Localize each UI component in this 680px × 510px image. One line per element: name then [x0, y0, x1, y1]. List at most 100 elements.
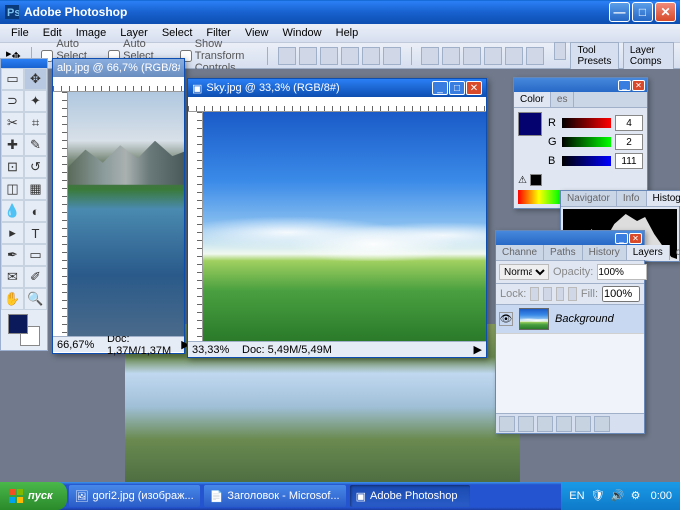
hand-tool[interactable]: ✋ — [1, 288, 24, 310]
move-tool[interactable]: ✥ — [24, 68, 47, 90]
fg-bg-swatch[interactable] — [8, 314, 40, 346]
layer-thumbnail[interactable] — [519, 308, 549, 330]
fx-icon[interactable] — [499, 416, 515, 432]
doc-info-arrow-icon[interactable]: ▶ — [474, 343, 482, 356]
notes-tool[interactable]: ✉ — [1, 266, 24, 288]
color-preview[interactable] — [518, 112, 542, 136]
align-icon[interactable] — [341, 47, 359, 65]
swatches-tab[interactable]: es — [551, 92, 575, 107]
align-icon[interactable] — [383, 47, 401, 65]
mask-icon[interactable] — [518, 416, 534, 432]
align-icon[interactable] — [320, 47, 338, 65]
distribute-icon[interactable] — [484, 47, 502, 65]
menu-help[interactable]: Help — [329, 25, 366, 41]
history-brush-tool[interactable]: ↺ — [24, 156, 47, 178]
system-tray[interactable]: EN 🛡 🔊 ⚙ 0:00 — [561, 482, 680, 510]
blur-tool[interactable]: 💧 — [1, 200, 24, 222]
stamp-tool[interactable]: ⊡ — [1, 156, 24, 178]
eyedropper-tool[interactable]: ✐ — [24, 266, 47, 288]
lock-pos-icon[interactable] — [556, 287, 565, 301]
doc-info[interactable]: Doc: 1,37M/1,37M — [107, 333, 171, 357]
history-tab[interactable]: History — [583, 245, 627, 260]
toolbox[interactable]: ▭ ✥ ⊃ ✦ ✂ ⌗ ✚ ✎ ⊡ ↺ ◫ ▦ 💧 ◐ ▸ T ✒ ▭ ✉ ✐ … — [0, 58, 48, 351]
doc-minimize-button[interactable]: _ — [432, 81, 448, 95]
type-tool[interactable]: T — [24, 222, 47, 244]
distribute-icon[interactable] — [526, 47, 544, 65]
doc-canvas[interactable] — [203, 112, 486, 341]
r-input[interactable] — [615, 115, 643, 131]
align-icon[interactable] — [299, 47, 317, 65]
shape-tool[interactable]: ▭ — [24, 244, 47, 266]
distribute-icon[interactable] — [442, 47, 460, 65]
histogram-tab[interactable]: Histogram — [647, 191, 680, 206]
doc-titlebar[interactable]: alp.jpg @ 66,7% (RGB/8#) — [53, 59, 184, 77]
panel-minimize-button[interactable]: _ — [615, 233, 628, 244]
paths-tab[interactable]: Paths — [544, 245, 583, 260]
eraser-tool[interactable]: ◫ — [1, 178, 24, 200]
doc-titlebar[interactable]: ▣ Sky.jpg @ 33,3% (RGB/8#) _ □ ✕ — [188, 79, 486, 97]
blend-mode-select[interactable]: Normal — [499, 264, 549, 280]
panel-close-button[interactable]: ✕ — [629, 233, 642, 244]
menu-window[interactable]: Window — [276, 25, 329, 41]
b-slider[interactable] — [562, 156, 611, 166]
taskbar-item[interactable]: 🖼gori2.jpg (изображ... — [69, 485, 200, 507]
r-slider[interactable] — [562, 118, 611, 128]
tray-icon[interactable]: ⚙ — [631, 489, 645, 503]
doc-zoom[interactable]: 33,33% — [192, 344, 232, 356]
panel-header[interactable]: _ ✕ — [514, 78, 647, 92]
fill-input[interactable] — [602, 286, 640, 302]
adjust-icon[interactable] — [537, 416, 553, 432]
lock-trans-icon[interactable] — [530, 287, 539, 301]
lang-indicator[interactable]: EN — [569, 490, 584, 502]
slice-tool[interactable]: ⌗ — [24, 112, 47, 134]
gradient-tool[interactable]: ▦ — [24, 178, 47, 200]
lock-all-icon[interactable] — [568, 287, 577, 301]
toolbox-grip[interactable] — [1, 59, 47, 68]
layer-comps-tab[interactable]: Layer Comps — [623, 42, 674, 70]
panel-close-button[interactable]: ✕ — [632, 80, 645, 91]
color-tab[interactable]: Color — [514, 92, 551, 107]
taskbar-item[interactable]: ▣Adobe Photoshop — [350, 485, 470, 507]
window-maximize-button[interactable]: □ — [632, 2, 653, 22]
tray-icon[interactable]: 🛡 — [591, 489, 605, 503]
layers-panel[interactable]: _ ✕ Channe Paths History Layers ctions N… — [495, 230, 645, 434]
window-minimize-button[interactable]: — — [609, 2, 630, 22]
heal-tool[interactable]: ✚ — [1, 134, 24, 156]
doc-close-button[interactable]: ✕ — [466, 81, 482, 95]
menu-file[interactable]: File — [4, 25, 36, 41]
panel-minimize-button[interactable]: _ — [618, 80, 631, 91]
navigator-tab[interactable]: Navigator — [561, 191, 617, 206]
zoom-tool[interactable]: 🔍 — [24, 288, 47, 310]
clock[interactable]: 0:00 — [651, 490, 672, 502]
distribute-icon[interactable] — [421, 47, 439, 65]
taskbar-item[interactable]: 📄Заголовок - Microsof... — [204, 485, 346, 507]
start-button[interactable]: пуск — [0, 482, 67, 510]
layers-tab[interactable]: Layers — [627, 245, 670, 260]
b-input[interactable] — [615, 153, 643, 169]
actions-tab[interactable]: ctions — [670, 245, 680, 260]
dodge-tool[interactable]: ◐ — [24, 200, 47, 222]
g-input[interactable] — [615, 134, 643, 150]
trash-icon[interactable] — [594, 416, 610, 432]
lock-pixels-icon[interactable] — [543, 287, 552, 301]
doc-canvas[interactable] — [68, 92, 184, 336]
path-tool[interactable]: ▸ — [1, 222, 24, 244]
ruler-vertical[interactable] — [188, 112, 203, 341]
panel-header[interactable]: _ ✕ — [496, 231, 644, 245]
fg-color[interactable] — [8, 314, 28, 334]
lasso-tool[interactable]: ⊃ — [1, 90, 24, 112]
window-close-button[interactable]: ✕ — [655, 2, 676, 22]
layer-row[interactable]: 👁 Background — [496, 305, 644, 334]
distribute-icon[interactable] — [463, 47, 481, 65]
tray-icon[interactable]: 🔊 — [611, 489, 625, 503]
folder-icon[interactable] — [556, 416, 572, 432]
pen-tool[interactable]: ✒ — [1, 244, 24, 266]
tool-presets-tab[interactable]: Tool Presets — [570, 42, 618, 70]
info-tab[interactable]: Info — [617, 191, 647, 206]
brush-tool[interactable]: ✎ — [24, 134, 47, 156]
layer-name[interactable]: Background — [555, 313, 614, 325]
layer-visibility-icon[interactable]: 👁 — [499, 312, 513, 326]
align-icon[interactable] — [362, 47, 380, 65]
g-slider[interactable] — [562, 137, 611, 147]
doc-window-sky[interactable]: ▣ Sky.jpg @ 33,3% (RGB/8#) _ □ ✕ 33,33% … — [187, 78, 487, 358]
